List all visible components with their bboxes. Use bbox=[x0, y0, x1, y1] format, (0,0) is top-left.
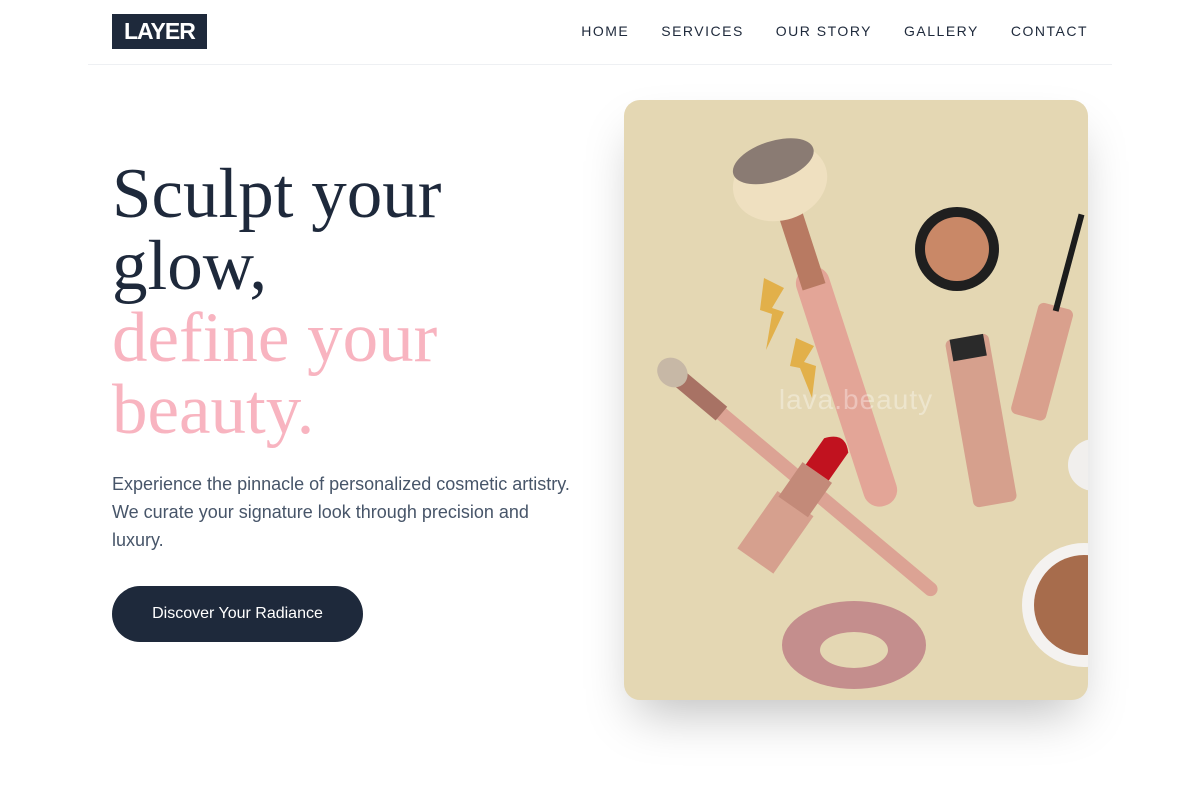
hero-title: Sculpt your glow, define your beauty. bbox=[112, 158, 592, 446]
hero-image: lava.beauty bbox=[624, 100, 1088, 700]
hero-description: Experience the pinnacle of personalized … bbox=[112, 474, 570, 550]
nav-our-story[interactable]: OUR STORY bbox=[776, 22, 872, 40]
hero-title-line1: Sculpt your glow, bbox=[112, 155, 442, 305]
hero-title-line2: define your beauty. bbox=[112, 299, 438, 449]
nav-gallery[interactable]: GALLERY bbox=[904, 22, 979, 40]
nav-services[interactable]: SERVICES bbox=[661, 22, 744, 40]
site-header: LAYER HOME SERVICES OUR STORY GALLERY CO… bbox=[88, 0, 1112, 65]
nav-home[interactable]: HOME bbox=[581, 22, 629, 40]
image-watermark: lava.beauty bbox=[778, 384, 934, 415]
main-nav: HOME SERVICES OUR STORY GALLERY CONTACT bbox=[581, 22, 1088, 40]
discover-radiance-button[interactable]: Discover Your Radiance bbox=[112, 586, 363, 642]
nav-contact[interactable]: CONTACT bbox=[1011, 22, 1088, 40]
logo[interactable]: LAYER bbox=[112, 14, 207, 49]
